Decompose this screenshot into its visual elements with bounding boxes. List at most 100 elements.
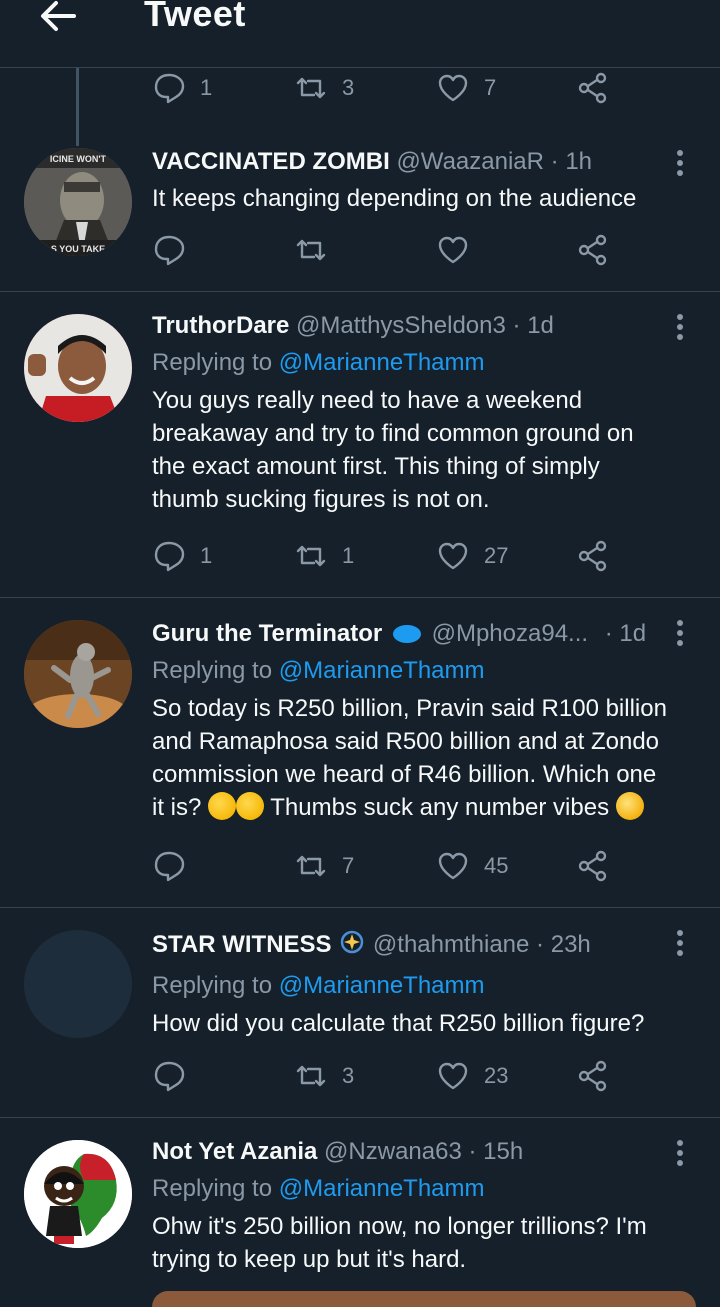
like-count: 27	[484, 543, 509, 568]
share-button[interactable]	[576, 1056, 610, 1096]
mention-link[interactable]: @MarianneThamm	[279, 657, 485, 684]
like-count: 45	[484, 853, 509, 878]
share-button[interactable]	[576, 846, 610, 886]
timestamp[interactable]: 15h	[483, 1138, 523, 1165]
reply-icon	[154, 1061, 185, 1092]
avatar[interactable]: ICINE WON'T S YOU TAKE	[24, 148, 132, 256]
tweet-header: TruthorDare @MatthysSheldon3 · 1d	[152, 310, 668, 342]
tweet-content: STAR WITNESS @thahmthiane · 23h Replying…	[152, 928, 668, 1040]
more-options-icon[interactable]	[672, 148, 688, 178]
svg-text:S YOU TAKE: S YOU TAKE	[51, 244, 105, 254]
retweet-icon	[296, 855, 326, 877]
tweet-text: How did you calculate that R250 billion …	[152, 1010, 645, 1037]
tweet-content: Guru the Terminator @Mphoza94... · 1d Re…	[152, 618, 668, 824]
like-count: 23	[484, 1063, 509, 1088]
tweet-card[interactable]: Guru the Terminator @Mphoza94... · 1d Re…	[0, 598, 720, 908]
retweet-icon	[296, 1065, 326, 1087]
timestamp[interactable]: 23h	[551, 931, 591, 958]
tweet-card[interactable]: STAR WITNESS @thahmthiane · 23h Replying…	[0, 908, 720, 1118]
timestamp[interactable]: 1h	[565, 148, 592, 175]
back-arrow-icon[interactable]	[36, 0, 80, 38]
tweet-card[interactable]: Not Yet Azania @Nzwana63 · 15h Replying …	[0, 1118, 720, 1307]
avatar[interactable]	[24, 314, 132, 422]
mention-link[interactable]: @MarianneThamm	[279, 349, 485, 376]
mention-link[interactable]: @MarianneThamm	[279, 972, 485, 999]
avatar[interactable]	[24, 620, 132, 728]
retweet-count: 3	[342, 75, 355, 100]
retweet-button[interactable]	[294, 230, 328, 270]
separator-dot: ·	[550, 148, 559, 175]
display-name[interactable]: STAR WITNESS	[152, 931, 332, 958]
reply-button[interactable]	[152, 1056, 186, 1096]
like-button[interactable]: 23	[436, 1056, 508, 1096]
tweet-text: It keeps changing depending on the audie…	[152, 185, 637, 212]
more-options-icon[interactable]	[672, 312, 688, 342]
user-handle[interactable]: @Mphoza94...	[432, 620, 588, 647]
retweet-count: 7	[342, 853, 355, 878]
more-options-icon[interactable]	[672, 928, 688, 958]
reply-icon	[154, 541, 185, 572]
reply-button[interactable]	[152, 846, 186, 886]
more-options-icon[interactable]	[672, 1138, 688, 1168]
retweet-button[interactable]: 3	[294, 68, 354, 108]
separator-dot: ·	[536, 931, 545, 958]
replying-to: Replying to @MarianneThamm	[152, 346, 668, 380]
heart-icon	[438, 236, 468, 264]
reply-button[interactable]	[152, 230, 186, 270]
user-handle[interactable]: @MatthysSheldon3	[296, 312, 506, 339]
reply-icon	[154, 851, 185, 882]
reply-icon	[154, 73, 185, 104]
tweet-content: Not Yet Azania @Nzwana63 · 15h Replying …	[152, 1136, 668, 1276]
heart-icon	[438, 1062, 468, 1090]
tweet-card[interactable]: TruthorDare @MatthysSheldon3 · 1d Replyi…	[0, 292, 720, 598]
speech-bubble-emoji-icon	[392, 625, 421, 643]
top-bar: Tweet	[0, 0, 720, 68]
more-options-icon[interactable]	[672, 618, 688, 648]
user-handle[interactable]: @WaazaniaR	[396, 148, 544, 175]
share-icon	[578, 540, 607, 572]
user-handle[interactable]: @Nzwana63	[324, 1138, 462, 1165]
share-icon	[578, 234, 607, 266]
like-button[interactable]: 45	[436, 846, 508, 886]
media-preview[interactable]	[152, 1291, 696, 1307]
separator-dot: ·	[468, 1138, 477, 1165]
replying-to-label: Replying to	[152, 657, 273, 684]
display-name[interactable]: Not Yet Azania	[152, 1138, 317, 1165]
tweet-card[interactable]: ICINE WON'T S YOU TAKE VACCINATED ZOMBI …	[0, 120, 720, 292]
africa-character-avatar-image	[24, 1140, 132, 1248]
reply-icon	[154, 235, 185, 266]
like-button[interactable]: 27	[436, 536, 508, 576]
tweet-text-container: So today is R250 billion, Pravin said R1…	[152, 692, 668, 824]
tweet-actions: 3 23	[152, 1056, 632, 1096]
heart-icon	[438, 852, 468, 880]
retweet-icon	[296, 239, 326, 261]
avatar[interactable]	[24, 930, 132, 1038]
share-button[interactable]	[576, 536, 610, 576]
display-name[interactable]: VACCINATED ZOMBI	[152, 148, 390, 175]
reply-button[interactable]: 1	[152, 68, 212, 108]
tweet-actions	[152, 230, 632, 270]
replying-to-label: Replying to	[152, 972, 273, 999]
mention-link[interactable]: @MarianneThamm	[279, 1175, 485, 1202]
tweet-text-continued: Thumbs suck any number vibes	[270, 794, 610, 821]
replying-to-label: Replying to	[152, 1175, 273, 1202]
retweet-button[interactable]: 3	[294, 1056, 354, 1096]
avatar[interactable]	[24, 1140, 132, 1248]
retweet-count: 3	[342, 1063, 355, 1088]
timestamp[interactable]: 1d	[527, 312, 554, 339]
tweet-text: Ohw it's 250 billion now, no longer tril…	[152, 1213, 647, 1273]
like-button[interactable]	[436, 230, 470, 270]
user-handle[interactable]: @thahmthiane	[373, 931, 529, 958]
retweet-icon	[296, 545, 326, 567]
share-button[interactable]	[576, 68, 610, 108]
like-button[interactable]: 7	[436, 68, 496, 108]
tweet-actions: 1 1 27	[152, 536, 632, 576]
heart-icon	[438, 74, 468, 102]
retweet-button[interactable]: 7	[294, 846, 354, 886]
display-name[interactable]: Guru the Terminator	[152, 620, 382, 647]
share-button[interactable]	[576, 230, 610, 270]
timestamp[interactable]: 1d	[619, 620, 646, 647]
display-name[interactable]: TruthorDare	[152, 312, 289, 339]
reply-button[interactable]: 1	[152, 536, 212, 576]
retweet-button[interactable]: 1	[294, 536, 354, 576]
